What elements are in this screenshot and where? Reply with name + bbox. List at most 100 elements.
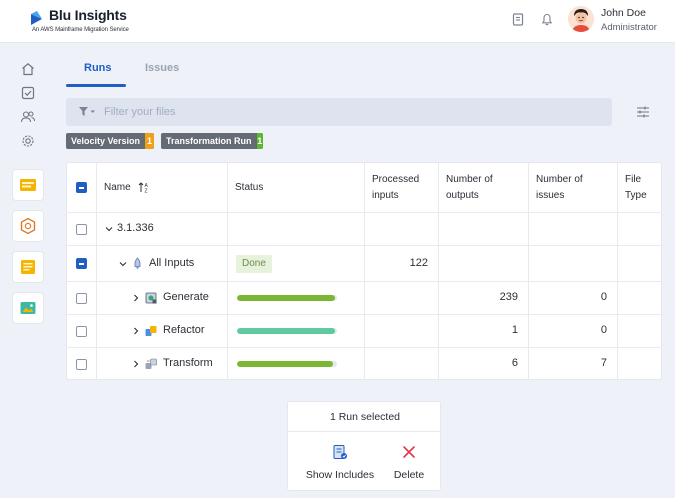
table-row-name[interactable]: Refactor [97, 315, 228, 348]
refactor-icon [145, 326, 157, 336]
table-row-select [67, 282, 97, 315]
home-icon[interactable] [20, 61, 36, 77]
app-title: Blu Insights [49, 7, 127, 23]
table-row-select [67, 246, 97, 282]
table-cell-status [228, 315, 365, 348]
codebase-app-icon [20, 179, 36, 191]
app-tile-notes[interactable] [12, 251, 44, 283]
table-cell-status: Done [228, 246, 365, 282]
chip-velocity-version[interactable]: Velocity Version 1 [66, 133, 154, 149]
column-header-number-of-issues[interactable]: Number of issues [529, 163, 618, 213]
table-cell-issues [529, 213, 618, 246]
column-header-name[interactable]: Name A Z [97, 163, 228, 213]
column-header-file-type[interactable]: File Type [618, 163, 661, 213]
table-row-name[interactable]: All Inputs [97, 246, 228, 282]
notes-app-icon [21, 260, 35, 274]
table-cell-outputs [439, 246, 529, 282]
column-header-number-of-outputs[interactable]: Number of outputs [439, 163, 529, 213]
inputs-rocket-icon [134, 257, 141, 270]
runs-table: Name A Z Status Processed inputs Number … [66, 162, 662, 380]
sort-icon[interactable]: A Z [138, 182, 150, 193]
progress-bar [237, 361, 337, 367]
chevron-right-icon[interactable] [132, 360, 140, 368]
table-cell-processed: 122 [365, 246, 439, 282]
filter-bar [66, 98, 612, 126]
chip-label: Transformation Run [166, 136, 252, 146]
table-row-select [67, 213, 97, 246]
blu-insights-logo-icon [31, 7, 42, 25]
select-all-checkbox[interactable] [76, 182, 87, 193]
chip-count: 1 [145, 133, 154, 149]
table-cell-file-type [618, 213, 661, 246]
chip-transformation-run[interactable]: Transformation Run 1 [161, 133, 263, 149]
table-row-name[interactable]: Transform [97, 348, 228, 379]
column-settings-sliders-icon[interactable] [636, 106, 650, 118]
filter-files-input[interactable] [104, 98, 604, 126]
filter-funnel-icon[interactable] [78, 106, 96, 118]
tab-runs[interactable]: Runs [84, 62, 112, 74]
table-cell-processed [365, 213, 439, 246]
chevron-down-icon[interactable] [119, 260, 127, 268]
row-checkbox[interactable] [76, 258, 87, 269]
table-cell-issues: 0 [529, 315, 618, 348]
row-checkbox[interactable] [76, 326, 87, 337]
table-row-name[interactable]: 3.1.336 [97, 213, 228, 246]
table-cell-processed [365, 348, 439, 379]
tab-issues[interactable]: Issues [145, 62, 179, 74]
table-cell-outputs: 239 [439, 282, 529, 315]
row-checkbox[interactable] [76, 224, 87, 235]
table-cell-file-type [618, 246, 661, 282]
table-cell-status [228, 213, 365, 246]
app-tile-transformation-center[interactable] [12, 210, 44, 242]
delete-label: Delete [393, 469, 425, 481]
table-cell-file-type [618, 348, 661, 379]
row-checkbox[interactable] [76, 293, 87, 304]
progress-bar [237, 295, 337, 301]
chip-label: Velocity Version [71, 136, 141, 146]
notifications-bell-icon[interactable] [540, 12, 554, 26]
app-header: Blu Insights An AWS Mainframe Migration … [0, 0, 675, 43]
table-cell-issues: 0 [529, 282, 618, 315]
user-role: Administrator [601, 22, 657, 33]
sidebar [0, 43, 56, 498]
app-subtitle: An AWS Mainframe Migration Service [32, 27, 129, 33]
show-includes-icon [333, 445, 347, 459]
column-header-processed-inputs[interactable]: Processed inputs [365, 163, 439, 213]
column-header-status[interactable]: Status [228, 163, 365, 213]
delete-x-icon [403, 446, 415, 458]
table-cell-outputs [439, 213, 529, 246]
table-cell-status [228, 282, 365, 315]
app-tile-capture[interactable] [12, 292, 44, 324]
progress-bar [237, 328, 337, 334]
generate-icon [145, 292, 157, 304]
app-tile-codebase[interactable] [12, 169, 44, 201]
documentation-icon[interactable] [511, 12, 525, 26]
show-includes-button[interactable]: Show Includes [302, 442, 378, 484]
table-row-name[interactable]: Generate [97, 282, 228, 315]
user-avatar[interactable] [568, 6, 594, 32]
table-cell-outputs: 1 [439, 315, 529, 348]
active-tab-indicator [66, 84, 126, 87]
table-cell-processed [365, 315, 439, 348]
tasks-check-icon[interactable] [20, 85, 36, 101]
table-cell-processed [365, 282, 439, 315]
header-select-cell [67, 163, 97, 213]
transform-icon [145, 358, 157, 369]
status-badge: Done [236, 255, 272, 273]
table-cell-file-type [618, 282, 661, 315]
chevron-right-icon[interactable] [132, 327, 140, 335]
delete-button[interactable]: Delete [384, 442, 434, 484]
table-row-select [67, 348, 97, 379]
chip-count: 1 [256, 133, 263, 149]
settings-gear-icon[interactable] [20, 133, 36, 149]
users-icon[interactable] [20, 109, 36, 125]
row-checkbox[interactable] [76, 359, 87, 370]
chevron-right-icon[interactable] [132, 294, 140, 302]
table-cell-status [228, 348, 365, 379]
svg-text:Z: Z [145, 189, 148, 194]
chevron-down-icon[interactable] [105, 225, 113, 233]
capture-app-icon [20, 302, 36, 314]
table-row-select [67, 315, 97, 348]
table-cell-issues: 7 [529, 348, 618, 379]
user-name: John Doe [601, 7, 646, 19]
